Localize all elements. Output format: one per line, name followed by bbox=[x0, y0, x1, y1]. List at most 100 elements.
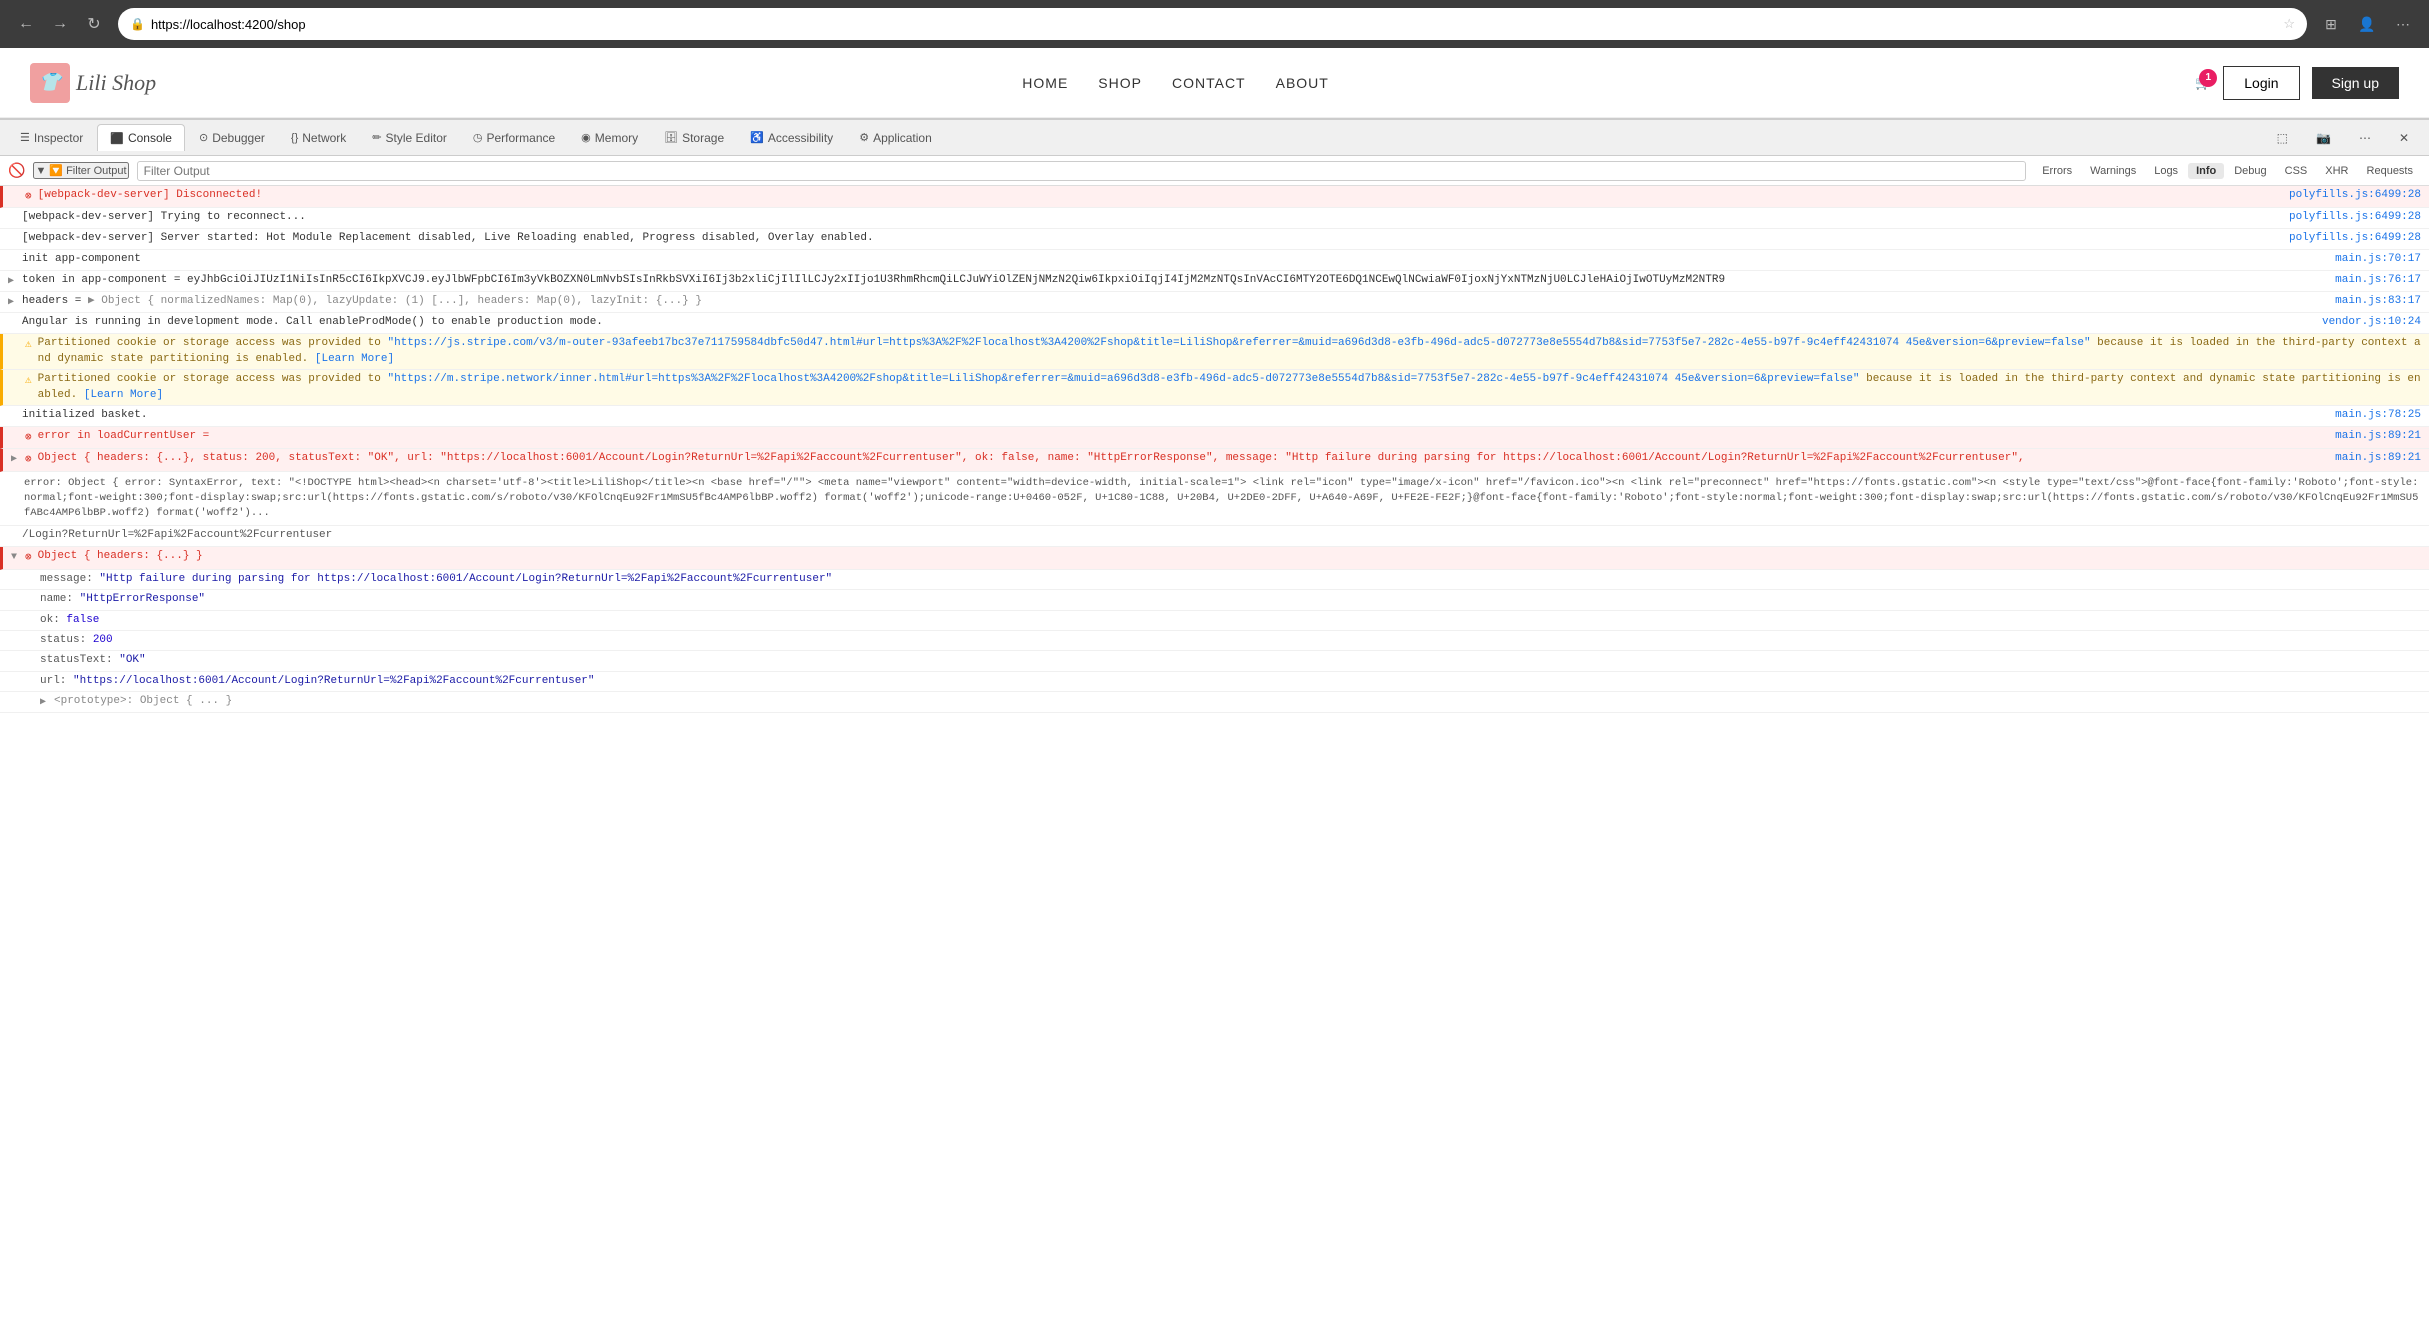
console-row: headers = ▶ Object { normalizedNames: Ma… bbox=[0, 292, 2429, 313]
expand-arrow[interactable] bbox=[8, 233, 18, 247]
tab-network[interactable]: {} Network bbox=[279, 125, 358, 151]
expand-arrow[interactable] bbox=[11, 338, 21, 352]
sub-tab-debug[interactable]: Debug bbox=[2226, 163, 2274, 179]
responsive-mode-btn[interactable]: ⬚ bbox=[2265, 125, 2300, 151]
console-bar: 🚫 ▼ 🔽 Filter Output Errors Warnings Logs… bbox=[0, 156, 2429, 186]
style-editor-icon: ✏ bbox=[372, 131, 381, 144]
console-text: url: "https://localhost:6001/Account/Log… bbox=[40, 674, 2421, 689]
url-input[interactable] bbox=[151, 17, 2277, 32]
source-link[interactable]: main.js:78:25 bbox=[2315, 408, 2421, 423]
console-row: /Login?ReturnUrl=%2Fapi%2Faccount%2Fcurr… bbox=[0, 526, 2429, 547]
tab-inspector[interactable]: ☰ Inspector bbox=[8, 125, 95, 151]
expand-arrow[interactable] bbox=[8, 275, 18, 289]
screenshot-btn[interactable]: 📷 bbox=[2304, 125, 2343, 151]
menu-icon[interactable]: ⋯ bbox=[2389, 10, 2417, 38]
refresh-button[interactable]: ↻ bbox=[80, 10, 108, 38]
memory-icon: ◉ bbox=[581, 131, 591, 144]
console-row: [webpack-dev-server] Server started: Hot… bbox=[0, 229, 2429, 250]
expand-arrow[interactable] bbox=[11, 551, 21, 565]
console-row: name: "HttpErrorResponse" bbox=[0, 590, 2429, 610]
console-icon: ⬛ bbox=[110, 132, 124, 145]
error-icon: ⊗ bbox=[25, 551, 32, 566]
console-row: ⊗ Object { headers: {...} } bbox=[0, 547, 2429, 569]
sub-tab-errors[interactable]: Errors bbox=[2034, 163, 2080, 179]
sub-tab-css[interactable]: CSS bbox=[2277, 163, 2316, 179]
cart-icon[interactable]: 🛒 1 bbox=[2195, 75, 2211, 91]
source-link[interactable]: main.js:89:21 bbox=[2315, 429, 2421, 444]
console-text: Object { headers: {...}, status: 200, st… bbox=[38, 451, 2316, 466]
warning-icon: ⚠ bbox=[25, 338, 32, 353]
source-link[interactable]: polyfills.js:6499:28 bbox=[2269, 231, 2421, 246]
console-content[interactable]: ⊗ [webpack-dev-server] Disconnected! pol… bbox=[0, 186, 2429, 738]
login-button[interactable]: Login bbox=[2223, 66, 2299, 100]
sub-tab-xhr[interactable]: XHR bbox=[2317, 163, 2356, 179]
clear-console-icon[interactable]: 🚫 bbox=[8, 162, 25, 179]
nav-shop[interactable]: SHOP bbox=[1098, 75, 1142, 91]
console-row: init app-component main.js:70:17 bbox=[0, 250, 2429, 271]
tab-accessibility[interactable]: ♿ Accessibility bbox=[738, 125, 845, 151]
expand-arrow[interactable] bbox=[11, 190, 21, 204]
expand-arrow[interactable] bbox=[40, 696, 50, 710]
expand-arrow[interactable] bbox=[8, 212, 18, 226]
tab-style-editor[interactable]: ✏ Style Editor bbox=[360, 125, 459, 151]
user-profile-icon[interactable]: 👤 bbox=[2353, 10, 2381, 38]
expand-arrow[interactable] bbox=[8, 410, 18, 424]
logo-text: Lili Shop bbox=[76, 70, 156, 96]
sub-tab-logs[interactable]: Logs bbox=[2146, 163, 2186, 179]
source-link[interactable]: vendor.js:10:24 bbox=[2302, 315, 2421, 330]
signup-button[interactable]: Sign up bbox=[2312, 67, 2399, 99]
nav-about[interactable]: ABOUT bbox=[1276, 75, 1329, 91]
star-icon[interactable]: ☆ bbox=[2283, 16, 2295, 32]
accessibility-icon: ♿ bbox=[750, 131, 764, 144]
expand-arrow[interactable] bbox=[11, 374, 21, 388]
console-row: statusText: "OK" bbox=[0, 651, 2429, 671]
sub-tab-warnings[interactable]: Warnings bbox=[2082, 163, 2144, 179]
console-text: error in loadCurrentUser = bbox=[38, 429, 2316, 444]
tab-memory[interactable]: ◉ Memory bbox=[569, 125, 650, 151]
tab-console[interactable]: ⬛ Console bbox=[97, 124, 185, 151]
tab-debugger[interactable]: ⊙ Debugger bbox=[187, 125, 277, 151]
filter-icon: ▼ bbox=[35, 165, 46, 177]
devtools-tabs: ☰ Inspector ⬛ Console ⊙ Debugger {} Netw… bbox=[0, 120, 2429, 156]
address-bar[interactable]: 🔒 ☆ bbox=[118, 8, 2307, 40]
tab-performance[interactable]: ◷ Performance bbox=[461, 125, 567, 151]
source-link[interactable]: polyfills.js:6499:28 bbox=[2269, 188, 2421, 203]
error-icon: ⊗ bbox=[25, 431, 32, 446]
forward-button[interactable]: → bbox=[46, 10, 74, 38]
nav-contact[interactable]: CONTACT bbox=[1172, 75, 1246, 91]
close-devtools-btn[interactable]: ✕ bbox=[2387, 125, 2421, 151]
site-logo: 👕 Lili Shop bbox=[30, 63, 156, 103]
expand-arrow[interactable] bbox=[11, 453, 21, 467]
expand-arrow[interactable] bbox=[11, 431, 21, 445]
expand-arrow[interactable] bbox=[8, 530, 18, 544]
console-row: ok: false bbox=[0, 611, 2429, 631]
console-row: message: "Http failure during parsing fo… bbox=[0, 570, 2429, 590]
extensions-icon[interactable]: ⊞ bbox=[2317, 10, 2345, 38]
tab-storage[interactable]: 🗄 Storage bbox=[652, 125, 736, 151]
expand-arrow[interactable] bbox=[8, 296, 18, 310]
filter-output-button[interactable]: ▼ 🔽 Filter Output bbox=[33, 162, 128, 179]
source-link[interactable]: main.js:70:17 bbox=[2315, 252, 2421, 267]
nav-home[interactable]: HOME bbox=[1022, 75, 1068, 91]
console-row: token in app-component = eyJhbGciOiJIUzI… bbox=[0, 271, 2429, 292]
console-text: name: "HttpErrorResponse" bbox=[40, 592, 2421, 607]
tab-application[interactable]: ⚙ Application bbox=[847, 125, 944, 151]
sub-tab-requests[interactable]: Requests bbox=[2359, 163, 2421, 179]
console-row: ⚠ Partitioned cookie or storage access w… bbox=[0, 370, 2429, 406]
source-link[interactable]: polyfills.js:6499:28 bbox=[2269, 210, 2421, 225]
more-tools-btn[interactable]: ⋯ bbox=[2347, 125, 2383, 151]
console-text: status: 200 bbox=[40, 633, 2421, 648]
cart-badge: 1 bbox=[2199, 69, 2217, 87]
source-link[interactable]: main.js:89:21 bbox=[2315, 451, 2421, 466]
expand-arrow[interactable] bbox=[8, 254, 18, 268]
site-header: 👕 Lili Shop HOME SHOP CONTACT ABOUT 🛒 1 … bbox=[0, 48, 2429, 118]
source-link[interactable]: main.js:76:17 bbox=[2315, 273, 2421, 288]
console-row: status: 200 bbox=[0, 631, 2429, 651]
filter-input[interactable] bbox=[137, 161, 2027, 181]
source-link[interactable]: main.js:83:17 bbox=[2315, 294, 2421, 309]
back-button[interactable]: ← bbox=[12, 10, 40, 38]
performance-icon: ◷ bbox=[473, 131, 483, 144]
expand-arrow[interactable] bbox=[8, 317, 18, 331]
browser-actions: ⊞ 👤 ⋯ bbox=[2317, 10, 2417, 38]
sub-tab-info[interactable]: Info bbox=[2188, 163, 2224, 179]
